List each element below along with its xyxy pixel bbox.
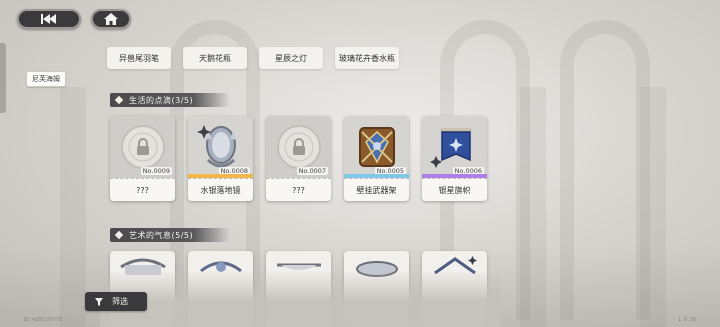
card-name: 壁挂武器架 xyxy=(344,178,409,201)
weapon-rack-icon xyxy=(358,127,395,167)
collection-card[interactable]: No.0007 ??? xyxy=(266,116,331,201)
filter-label: 筛选 xyxy=(112,297,128,306)
collection-card[interactable]: No.0005 壁挂武器架 xyxy=(344,116,409,201)
back-button[interactable] xyxy=(17,9,81,29)
filter-button[interactable]: 筛选 xyxy=(85,292,147,311)
item-label[interactable]: 玻璃花卉香水瓶 xyxy=(335,47,399,69)
version-label: 1.0.36 xyxy=(677,317,696,323)
home-button[interactable] xyxy=(91,9,131,29)
section-header-art: 艺术的气息(5/5) xyxy=(110,228,230,242)
filter-funnel-icon xyxy=(95,297,103,306)
lock-icon xyxy=(276,125,321,169)
card-name: ??? xyxy=(266,178,331,201)
collection-card[interactable]: No.0006 银星旗帜 xyxy=(422,116,487,201)
collection-card[interactable]: No.0009 ??? xyxy=(110,116,175,201)
scroll-fade xyxy=(100,270,500,327)
diamond-icon xyxy=(114,230,124,240)
item-label[interactable]: 星辰之灯 xyxy=(259,47,323,69)
section-title: 艺术的气息(5/5) xyxy=(129,230,194,240)
collection-card[interactable]: No.0008 水银落地镜 xyxy=(188,116,253,201)
collection-row: No.0009 ??? No.0008 水银落地镜 No.0007 ??? No… xyxy=(110,116,487,201)
item-label[interactable]: 异兽尾羽笔 xyxy=(107,47,171,69)
character-tab[interactable]: 尼芙海姆 xyxy=(26,71,66,87)
item-label[interactable]: 天鹅花瓶 xyxy=(183,47,247,69)
card-name: 银星旗帜 xyxy=(422,178,487,201)
card-number: No.0009 xyxy=(140,167,172,175)
lock-icon xyxy=(120,125,165,169)
card-name: ??? xyxy=(110,178,175,201)
home-icon xyxy=(104,13,118,25)
diamond-icon xyxy=(114,95,124,105)
silver-mirror-icon xyxy=(196,125,238,168)
star-banner-icon xyxy=(429,128,472,168)
side-drawer-handle[interactable] xyxy=(0,43,6,113)
card-name: 水银落地镜 xyxy=(188,178,253,201)
section-header-life: 生活的点滴(3/5) xyxy=(110,93,230,107)
card-number: No.0007 xyxy=(296,167,328,175)
previous-row-labels: 异兽尾羽笔 天鹅花瓶 星辰之灯 玻璃花卉香水瓶 xyxy=(107,47,399,69)
section-title: 生活的点滴(3/5) xyxy=(129,95,194,105)
user-id: ID:4285156779 xyxy=(23,317,63,323)
back-arrow-icon xyxy=(41,14,56,24)
